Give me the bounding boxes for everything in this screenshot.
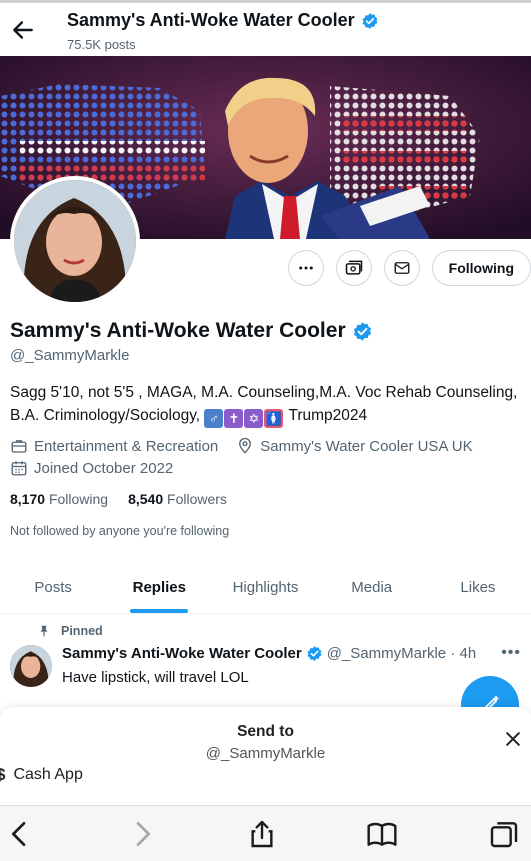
browser-toolbar <box>0 805 531 861</box>
briefcase-icon <box>11 440 27 453</box>
profile-bio: Sagg 5'10, not 5'5 , MAGA, M.A. Counseli… <box>10 381 525 428</box>
tweet-header: Sammy's Anti-Woke Water Cooler @_SammyMa… <box>62 645 476 662</box>
avatar-image <box>14 180 136 302</box>
share-icon[interactable] <box>246 818 278 850</box>
message-icon <box>394 262 410 274</box>
subscribe-button[interactable] <box>335 250 372 286</box>
top-bar-title: Sammy's Anti-Woke Water Cooler <box>67 10 379 31</box>
more-icon <box>298 266 313 270</box>
tweet-handle-time: @_SammyMarkle · 4h <box>326 645 477 662</box>
safari-back-icon[interactable] <box>4 818 36 850</box>
tab-media[interactable]: Media <box>319 562 425 613</box>
follow-counts: 8,170 Following 8,540 Followers <box>10 491 227 507</box>
share-sheet-subtitle: @_SammyMarkle <box>205 745 326 762</box>
profile-location: Sammy's Water Cooler USA UK <box>260 437 473 455</box>
share-sheet: Send to @_SammyMarkle $ Cash App <box>0 707 531 805</box>
profile-joined: Joined October 2022 <box>34 459 174 477</box>
cash-app-option[interactable]: $ Cash App <box>0 765 83 785</box>
followers-link[interactable]: 8,540 Followers <box>128 491 227 507</box>
profile-avatar[interactable] <box>10 176 140 306</box>
close-icon[interactable] <box>503 729 523 749</box>
back-arrow-icon[interactable] <box>10 17 36 43</box>
safari-forward-icon[interactable] <box>126 818 158 850</box>
profile-meta-row-1: Entertainment & Recreation Sammy's Water… <box>10 437 473 455</box>
woman-symbol-icon: 🚺 <box>264 409 284 428</box>
bookmarks-icon[interactable] <box>366 818 398 850</box>
top-bar: Sammy's Anti-Woke Water Cooler 75.5K pos… <box>0 0 531 56</box>
post-count: 75.5K posts <box>67 37 136 52</box>
not-followed-note: Not followed by anyone you're following <box>10 524 230 538</box>
star-of-david-icon: ✡ <box>244 409 264 428</box>
bio-line-1: Sagg 5'10, not 5'5 , MAGA, M.A. Counseli… <box>10 384 518 401</box>
verified-badge-icon <box>307 646 322 661</box>
tweet-avatar-image <box>10 645 52 687</box>
profile-page: Sammy's Anti-Woke Water Cooler 75.5K pos… <box>0 0 531 861</box>
tweet-avatar[interactable] <box>10 645 52 687</box>
profile-tabs: Posts Replies Highlights Media Likes <box>0 562 531 614</box>
location-pin-icon <box>239 437 252 454</box>
bio-line-2: B.A. Criminology/Sociology, ♂ ✝ ✡ 🚺 Trump20… <box>10 407 368 428</box>
tweet-author-name[interactable]: Sammy's Anti-Woke Water Cooler <box>62 645 302 662</box>
following-link[interactable]: 8,170 Following <box>10 491 108 507</box>
pinned-label: Pinned <box>37 624 103 638</box>
profile-handle: @_SammyMarkle <box>10 347 130 364</box>
profile-name: Sammy's Anti-Woke Water Cooler <box>10 319 373 343</box>
tweet-more-icon[interactable]: ••• <box>501 644 521 662</box>
tab-likes[interactable]: Likes <box>425 562 531 613</box>
more-button[interactable] <box>287 250 324 286</box>
male-sign-icon: ♂ <box>204 409 224 428</box>
message-button[interactable] <box>383 250 420 286</box>
share-sheet-title: Send to <box>237 723 294 740</box>
verified-badge-icon <box>362 12 378 29</box>
tab-posts[interactable]: Posts <box>0 562 106 613</box>
tweet-text: Have lipstick, will travel LOL <box>62 669 249 686</box>
subscribe-icon <box>345 260 362 275</box>
tab-highlights[interactable]: Highlights <box>212 562 318 613</box>
verified-badge-icon <box>353 321 371 341</box>
profile-meta-row-2: Joined October 2022 <box>10 459 173 477</box>
pin-icon <box>40 625 48 637</box>
profile-actions: Following <box>287 250 531 286</box>
tabs-icon[interactable] <box>488 818 520 850</box>
cash-app-icon: $ <box>0 765 6 784</box>
following-button[interactable]: Following <box>431 250 531 286</box>
calendar-icon <box>11 461 27 476</box>
profile-category: Entertainment & Recreation <box>34 437 219 455</box>
cross-icon: ✝ <box>224 409 244 428</box>
tab-replies[interactable]: Replies <box>106 562 212 613</box>
